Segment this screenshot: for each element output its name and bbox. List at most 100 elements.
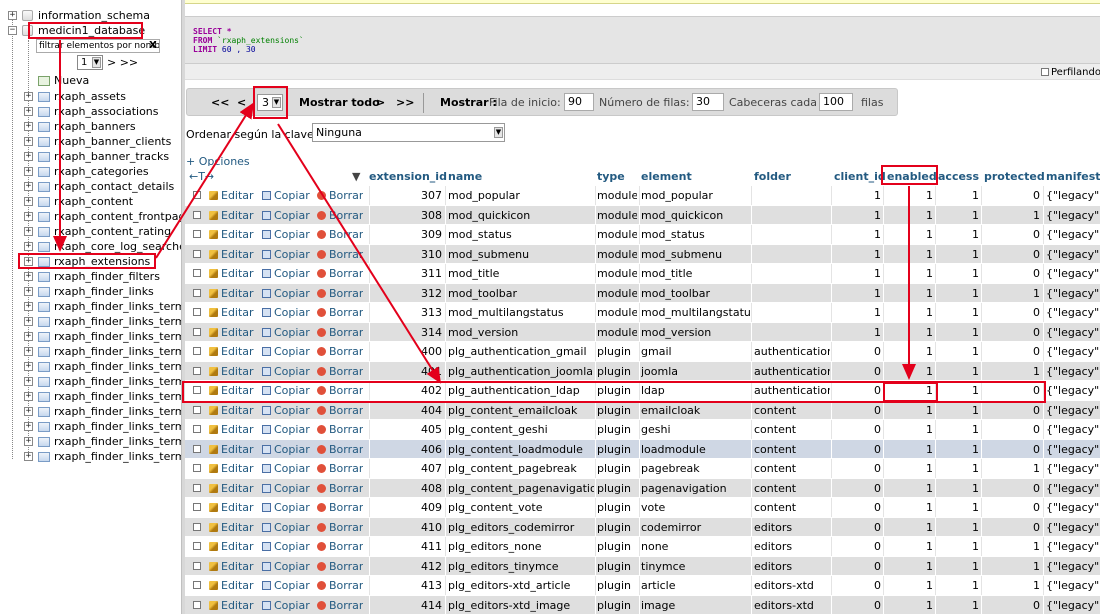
- delete-link[interactable]: Borrar: [317, 228, 363, 241]
- sidebar-table-item[interactable]: rxaph_finder_links_terms: [54, 405, 181, 418]
- copy-link[interactable]: Copiar: [262, 404, 310, 417]
- cell-name[interactable]: mod_quickicon: [448, 209, 594, 222]
- cell-type[interactable]: plugin: [597, 579, 637, 592]
- headers-input[interactable]: 100: [819, 93, 853, 111]
- row-checkbox[interactable]: [193, 425, 201, 433]
- delete-link[interactable]: Borrar: [317, 443, 363, 456]
- copy-link[interactable]: Copiar: [262, 462, 310, 475]
- row-checkbox[interactable]: [193, 542, 201, 550]
- expand-icon[interactable]: +: [24, 242, 33, 251]
- cell-enabled[interactable]: 1: [885, 365, 933, 378]
- expand-icon[interactable]: +: [24, 182, 33, 191]
- cell-manifest-[interactable]: {"legacy":: [1046, 501, 1100, 514]
- cell-name[interactable]: mod_popular: [448, 189, 594, 202]
- cell-client-id[interactable]: 0: [834, 501, 881, 514]
- cell-folder[interactable]: content: [754, 443, 830, 456]
- cell-element[interactable]: pagebreak: [641, 462, 751, 475]
- cell-name[interactable]: plg_editors-xtd_article: [448, 579, 594, 592]
- column-header-access[interactable]: access: [938, 170, 979, 183]
- delete-link[interactable]: Borrar: [317, 306, 363, 319]
- cell-access[interactable]: 1: [937, 248, 979, 261]
- cell-enabled[interactable]: 1: [885, 540, 933, 553]
- edit-link[interactable]: Editar: [209, 384, 254, 397]
- edit-link[interactable]: Editar: [209, 404, 254, 417]
- expand-icon[interactable]: +: [24, 407, 33, 416]
- expand-icon[interactable]: +: [24, 302, 33, 311]
- delete-link[interactable]: Borrar: [317, 462, 363, 475]
- column-header-name[interactable]: name: [448, 170, 482, 183]
- cell-manifest-[interactable]: {"legacy":: [1046, 209, 1100, 222]
- cell-extension-id[interactable]: 407: [371, 462, 442, 475]
- cell-extension-id[interactable]: 402: [371, 384, 442, 397]
- cell-manifest-[interactable]: {"legacy":: [1046, 579, 1100, 592]
- edit-link[interactable]: Editar: [209, 599, 254, 612]
- delete-link[interactable]: Borrar: [317, 540, 363, 553]
- cell-manifest-[interactable]: {"legacy":: [1046, 287, 1100, 300]
- cell-access[interactable]: 1: [937, 443, 979, 456]
- cell-extension-id[interactable]: 313: [371, 306, 442, 319]
- cell-name[interactable]: plg_content_emailcloak: [448, 404, 594, 417]
- cell-name[interactable]: plg_authentication_ldap: [448, 384, 594, 397]
- table-row[interactable]: Editar Copiar Borrar 408 plg_content_pagenav…: [185, 478, 1100, 498]
- cell-element[interactable]: mod_toolbar: [641, 287, 751, 300]
- edit-link[interactable]: Editar: [209, 306, 254, 319]
- cell-element[interactable]: article: [641, 579, 751, 592]
- cell-enabled[interactable]: 1: [885, 521, 933, 534]
- table-row[interactable]: Editar Copiar Borrar 411 plg_editors_none plu…: [185, 537, 1100, 557]
- cell-protected[interactable]: 1: [982, 560, 1040, 573]
- cell-client-id[interactable]: 1: [834, 267, 881, 280]
- cell-protected[interactable]: 0: [982, 189, 1040, 202]
- cell-extension-id[interactable]: 400: [371, 345, 442, 358]
- sidebar-table-item[interactable]: rxaph_banner_clients: [54, 135, 171, 148]
- cell-type[interactable]: plugin: [597, 599, 637, 612]
- row-checkbox[interactable]: [193, 249, 201, 258]
- cell-folder[interactable]: content: [754, 423, 830, 436]
- edit-link[interactable]: Editar: [209, 365, 254, 378]
- cell-name[interactable]: plg_content_pagebreak: [448, 462, 594, 475]
- table-row[interactable]: Editar Copiar Borrar 413 plg_editors-xtd_art…: [185, 576, 1100, 596]
- cell-element[interactable]: mod_title: [641, 267, 751, 280]
- cell-name[interactable]: mod_toolbar: [448, 287, 594, 300]
- sidebar-table-item[interactable]: rxaph_finder_filters: [54, 270, 160, 283]
- expand-icon[interactable]: +: [24, 257, 33, 266]
- cell-access[interactable]: 1: [937, 521, 979, 534]
- column-header-manifest[interactable]: manifest_: [1046, 170, 1100, 183]
- cell-client-id[interactable]: 0: [834, 365, 881, 378]
- cell-protected[interactable]: 0: [982, 306, 1040, 319]
- cell-element[interactable]: mod_popular: [641, 189, 751, 202]
- cell-name[interactable]: plg_authentication_joomla: [448, 365, 594, 378]
- sidebar-table-item[interactable]: rxaph_finder_links_terms: [54, 420, 181, 433]
- cell-manifest-[interactable]: {"legacy":: [1046, 521, 1100, 534]
- cell-type[interactable]: module: [597, 248, 637, 261]
- copy-link[interactable]: Copiar: [262, 501, 310, 514]
- copy-link[interactable]: Copiar: [262, 287, 310, 300]
- cell-client-id[interactable]: 0: [834, 560, 881, 573]
- cell-type[interactable]: plugin: [597, 462, 637, 475]
- cell-folder[interactable]: content: [754, 501, 830, 514]
- cell-enabled[interactable]: 1: [885, 404, 933, 417]
- cell-enabled[interactable]: 1: [885, 482, 933, 495]
- cell-extension-id[interactable]: 411: [371, 540, 442, 553]
- cell-extension-id[interactable]: 412: [371, 560, 442, 573]
- expand-icon[interactable]: +: [24, 422, 33, 431]
- cell-element[interactable]: codemirror: [641, 521, 751, 534]
- next-page-button[interactable]: >: [376, 96, 385, 109]
- edit-link[interactable]: Editar: [209, 540, 254, 553]
- row-checkbox[interactable]: [193, 308, 201, 316]
- column-header-enabled[interactable]: enabled: [887, 170, 937, 183]
- table-row[interactable]: Editar Copiar Borrar 404 plg_content_emailcl…: [185, 400, 1100, 420]
- cell-manifest-[interactable]: {"legacy":: [1046, 462, 1100, 475]
- sidebar-table-item[interactable]: rxaph_categories: [54, 165, 149, 178]
- cell-enabled[interactable]: 1: [885, 423, 933, 436]
- edit-link[interactable]: Editar: [209, 560, 254, 573]
- expand-icon[interactable]: +: [24, 317, 33, 326]
- cell-folder[interactable]: content: [754, 462, 830, 475]
- expand-icon[interactable]: +: [24, 92, 33, 101]
- cell-manifest-[interactable]: {"legacy":: [1046, 404, 1100, 417]
- expand-icon[interactable]: +: [24, 347, 33, 356]
- cell-extension-id[interactable]: 312: [371, 287, 442, 300]
- delete-link[interactable]: Borrar: [317, 501, 363, 514]
- cell-manifest-[interactable]: {"legacy":: [1046, 345, 1100, 358]
- expand-icon[interactable]: +: [24, 452, 33, 461]
- first-page-button[interactable]: <<: [211, 96, 229, 109]
